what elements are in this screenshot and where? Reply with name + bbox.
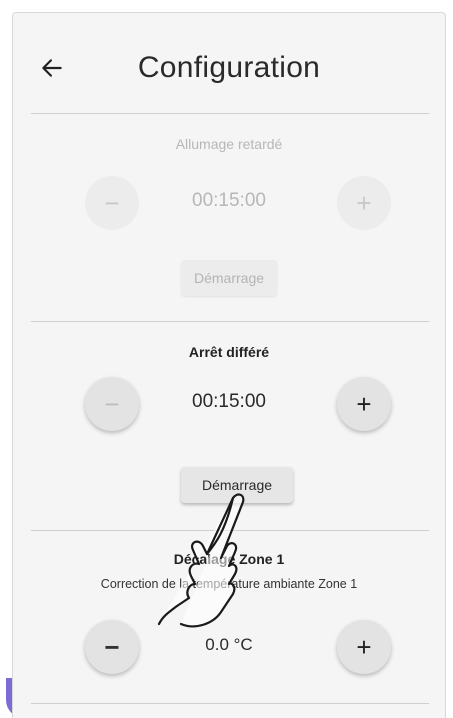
- delayed-start-start-button[interactable]: Démarrage: [181, 260, 277, 296]
- delayed-start-plus-button[interactable]: +: [337, 176, 391, 230]
- divider: [31, 703, 429, 704]
- delayed-stop-title: Arrêt différé: [188, 344, 270, 360]
- zone1-offset-title: Décalage Zone 1: [173, 551, 285, 567]
- delayed-start-title: Allumage retardé: [175, 136, 283, 152]
- delayed-stop-start-button[interactable]: Démarrage: [181, 467, 293, 503]
- zone1-offset-plus-button[interactable]: +: [337, 620, 391, 674]
- plus-icon: +: [356, 188, 372, 218]
- delayed-stop-plus-button[interactable]: +: [337, 377, 391, 431]
- page-title: Configuration: [137, 51, 321, 84]
- screen: Configuration Allumage retardé − 00:15:0…: [0, 0, 453, 718]
- plus-icon: +: [356, 632, 372, 662]
- zone1-offset-subtitle: Correction de la température ambiante Zo…: [100, 577, 358, 591]
- zone1-offset-section: Décalage Zone 1 Correction de la tempéra…: [13, 531, 445, 711]
- configuration-panel: Configuration Allumage retardé − 00:15:0…: [12, 12, 446, 718]
- delayed-stop-section: Arrêt différé − 00:15:00 + Démarrage: [13, 322, 445, 530]
- delayed-start-section: Allumage retardé − 00:15:00 + Démarrage: [13, 114, 445, 321]
- header: Configuration: [13, 13, 445, 113]
- plus-icon: +: [356, 389, 372, 419]
